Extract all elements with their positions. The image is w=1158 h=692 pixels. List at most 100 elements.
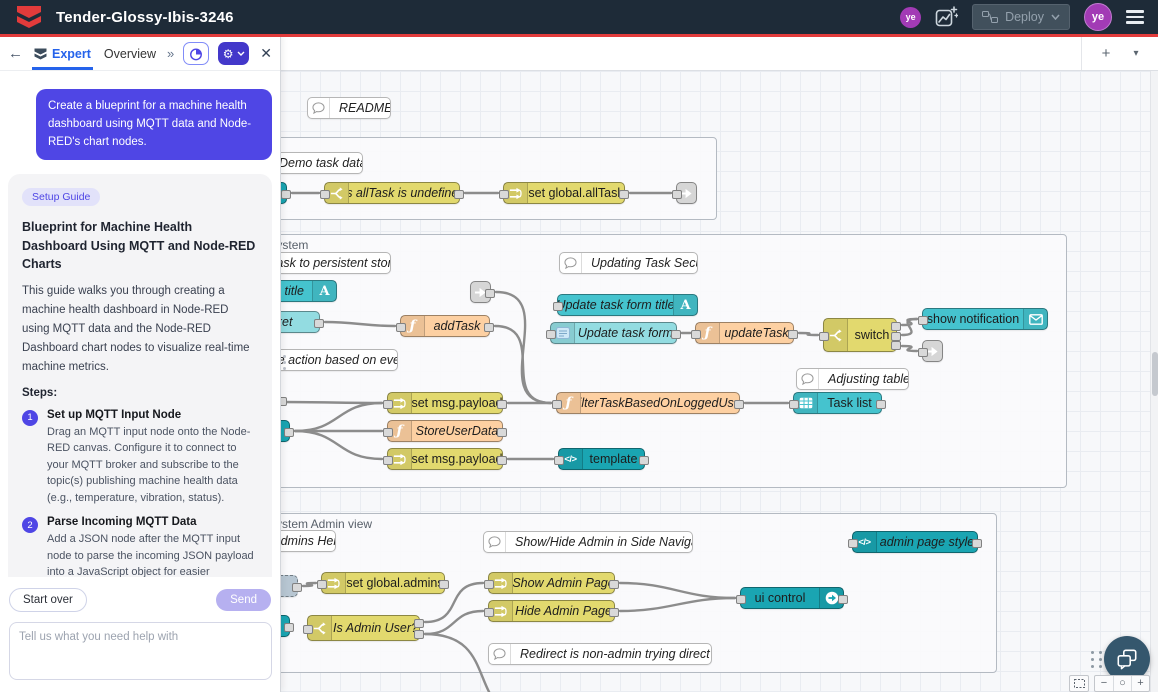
input-port[interactable] xyxy=(303,625,313,634)
output-port[interactable] xyxy=(639,456,649,465)
input-port[interactable] xyxy=(819,332,829,341)
input-port[interactable] xyxy=(484,608,494,617)
user-avatar[interactable]: ye xyxy=(1084,3,1112,31)
output-port[interactable] xyxy=(788,330,798,339)
output-port[interactable] xyxy=(609,580,619,589)
node-set-msg-payload-1[interactable]: set msg.payload xyxy=(387,392,503,414)
output-port[interactable] xyxy=(609,608,619,617)
input-port[interactable] xyxy=(546,330,556,339)
node-show-admin-page[interactable]: Show Admin Page xyxy=(488,572,615,594)
node-ui-control[interactable]: ui control xyxy=(740,587,844,609)
node-is-alltask-undefined[interactable]: Is allTask is undefined xyxy=(324,182,460,204)
more-tabs-icon[interactable]: » xyxy=(167,46,174,61)
flow-list-caret-button[interactable]: ▾ xyxy=(1124,48,1148,59)
panel-resize-handle[interactable] xyxy=(283,355,286,370)
settings-dropdown-button[interactable]: ⚙ xyxy=(218,42,249,65)
output-port[interactable] xyxy=(734,400,744,409)
input-port[interactable] xyxy=(484,580,494,589)
input-port[interactable] xyxy=(553,302,563,311)
output-port[interactable] xyxy=(281,190,291,199)
output-port[interactable] xyxy=(414,619,424,628)
canvas-vertical-scrollbar[interactable] xyxy=(1150,71,1158,692)
add-flow-button[interactable]: + xyxy=(1094,45,1118,62)
output-port[interactable] xyxy=(484,323,494,332)
comment-updating-task-securely[interactable]: Updating Task Securely xyxy=(559,252,698,274)
input-port[interactable] xyxy=(383,400,393,409)
back-arrow-icon[interactable]: ← xyxy=(8,45,23,62)
input-port[interactable] xyxy=(552,400,562,409)
input-port[interactable] xyxy=(320,190,330,199)
output-port[interactable] xyxy=(891,332,901,341)
node-addtask[interactable]: ƒaddTask xyxy=(400,315,490,337)
output-port[interactable] xyxy=(314,319,324,328)
node-template[interactable]: </>template xyxy=(558,448,645,470)
input-port[interactable] xyxy=(672,190,682,199)
input-port[interactable] xyxy=(396,323,406,332)
output-port[interactable] xyxy=(891,341,901,350)
node-link-call[interactable] xyxy=(470,281,491,303)
input-port[interactable] xyxy=(918,348,928,357)
usage-chart-button[interactable] xyxy=(183,42,209,65)
node-set-global-alltask[interactable]: set global.allTask xyxy=(503,182,625,204)
chat-input[interactable] xyxy=(9,622,272,680)
ai-assistant-icon[interactable] xyxy=(935,6,958,29)
chat-history[interactable]: Create a blueprint for a machine health … xyxy=(0,71,280,577)
node-task-list[interactable]: Task list xyxy=(793,392,882,414)
tab-expert[interactable]: Expert xyxy=(32,37,93,70)
input-port[interactable] xyxy=(918,316,928,325)
output-port[interactable] xyxy=(439,580,449,589)
main-menu-icon[interactable] xyxy=(1126,7,1144,27)
output-port[interactable] xyxy=(891,322,901,331)
node-is-admin-user[interactable]: Is Admin User? xyxy=(307,615,420,641)
output-port[interactable] xyxy=(838,595,848,604)
node-admin-page-style[interactable]: </>admin page style xyxy=(852,531,978,553)
input-port[interactable] xyxy=(691,330,701,339)
comment-show-hide-admin[interactable]: Show/Hide Admin in Side Navigation xyxy=(483,531,693,553)
input-port[interactable] xyxy=(317,580,327,589)
start-over-button[interactable]: Start over xyxy=(9,588,87,612)
zoom-in-button[interactable]: + xyxy=(1131,676,1149,691)
node-filter-task[interactable]: ƒfilterTaskBasedOnLoggedUser xyxy=(556,392,740,414)
zoom-out-button[interactable]: − xyxy=(1095,676,1113,691)
output-port[interactable] xyxy=(671,330,681,339)
input-port[interactable] xyxy=(789,400,799,409)
group-demo-task-data[interactable] xyxy=(240,137,717,220)
zoom-reset-button[interactable]: ○ xyxy=(1113,676,1131,691)
output-port[interactable] xyxy=(497,400,507,409)
output-port[interactable] xyxy=(414,630,424,639)
output-port[interactable] xyxy=(284,623,294,632)
node-switch[interactable]: switch xyxy=(823,318,897,352)
node-update-task-form[interactable]: Update task form xyxy=(550,322,677,344)
node-hide-admin-page[interactable]: Hide Admin Page xyxy=(488,600,615,622)
input-port[interactable] xyxy=(554,456,564,465)
node-update-task-form-title[interactable]: Update task form titleA xyxy=(557,294,698,316)
output-port[interactable] xyxy=(876,400,886,409)
collaborator-avatar[interactable]: ye xyxy=(900,7,921,28)
input-port[interactable] xyxy=(499,190,509,199)
input-port[interactable] xyxy=(383,456,393,465)
send-button[interactable]: Send xyxy=(216,589,271,611)
node-link-out-2[interactable] xyxy=(922,340,943,362)
comment-adjusting-table[interactable]: Adjusting table xyxy=(796,368,909,390)
comment-redirect-non-admin[interactable]: Redirect is non-admin trying direct acce… xyxy=(488,643,712,665)
input-port[interactable] xyxy=(736,595,746,604)
output-port[interactable] xyxy=(619,190,629,199)
scrollbar-thumb[interactable] xyxy=(1152,352,1158,396)
input-port[interactable] xyxy=(383,428,393,437)
node-set-msg-payload-2[interactable]: set msg.payload xyxy=(387,448,503,470)
output-port[interactable] xyxy=(292,583,302,592)
node-show-notification[interactable]: show notification xyxy=(922,308,1048,330)
comment-readme[interactable]: README xyxy=(307,97,391,119)
node-link-out-1[interactable] xyxy=(676,182,697,204)
minimap-toggle-button[interactable] xyxy=(1070,676,1088,691)
output-port[interactable] xyxy=(454,190,464,199)
close-panel-icon[interactable]: ✕ xyxy=(260,45,272,62)
node-storeuserdata[interactable]: ƒStoreUserData xyxy=(387,420,503,442)
node-set-global-admins[interactable]: set global.admins xyxy=(321,572,445,594)
output-port[interactable] xyxy=(497,428,507,437)
output-port[interactable] xyxy=(485,289,495,298)
deploy-button[interactable]: Deploy xyxy=(972,4,1070,30)
tab-overview[interactable]: Overview xyxy=(102,37,158,70)
output-port[interactable] xyxy=(497,456,507,465)
input-port[interactable] xyxy=(848,539,858,548)
